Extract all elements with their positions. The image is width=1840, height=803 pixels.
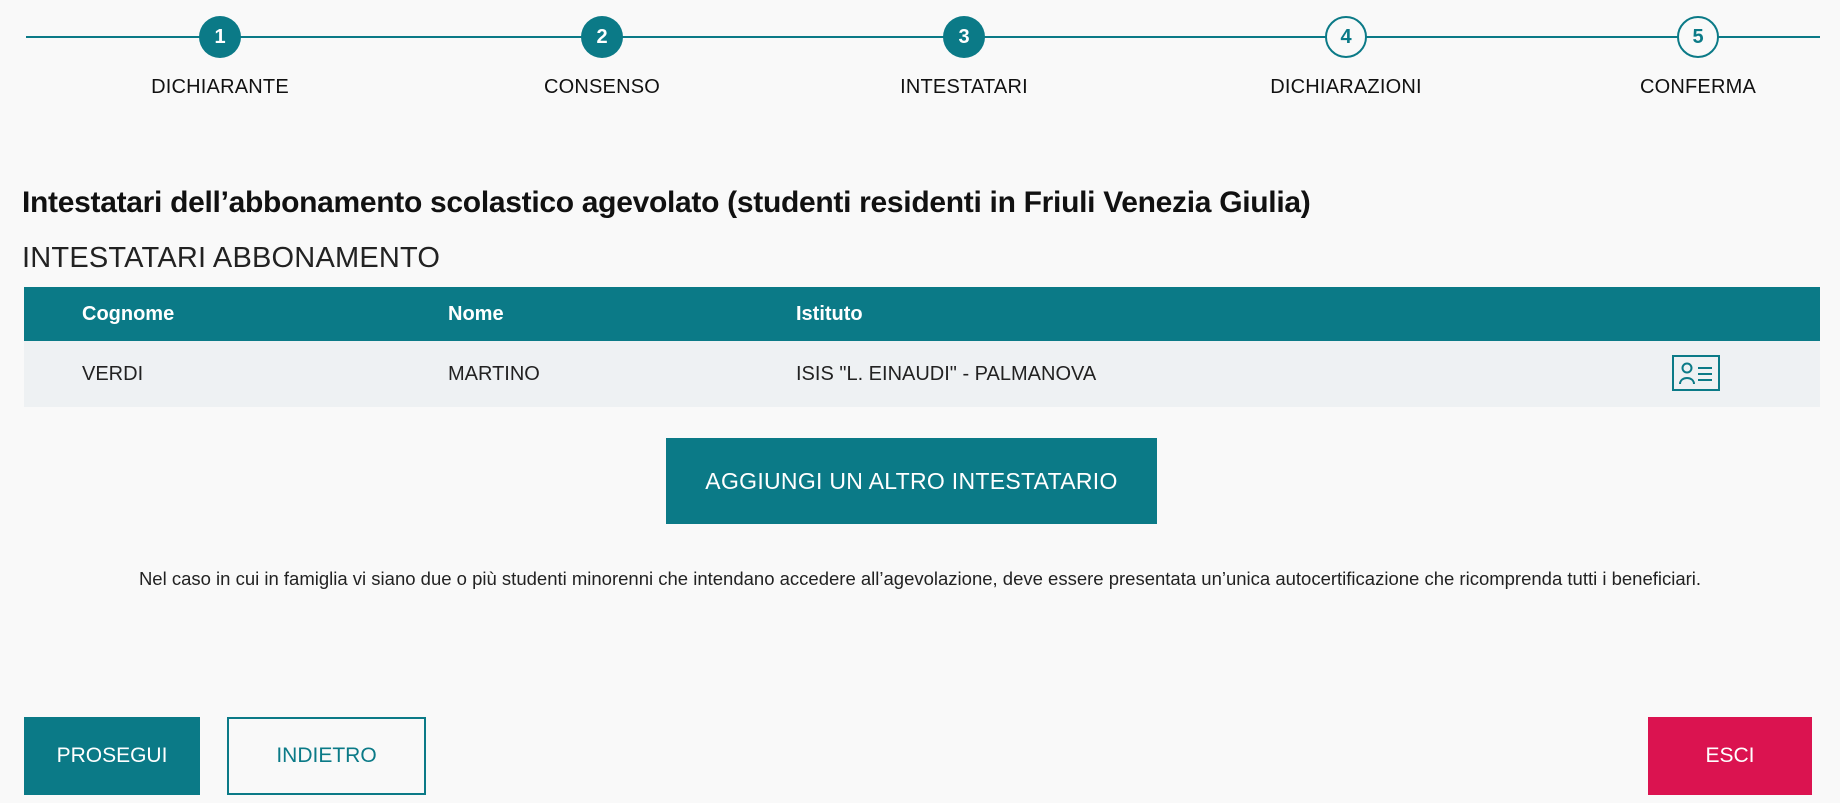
step-conferma: 5 CONFERMA <box>1578 16 1818 99</box>
cell-cognome: VERDI <box>82 362 144 385</box>
step-1-circle: 1 <box>199 16 241 58</box>
view-intestatario-button[interactable] <box>1672 355 1720 391</box>
esci-button[interactable]: ESCI <box>1648 717 1812 795</box>
step-5-label: CONFERMA <box>1639 76 1757 98</box>
cell-nome: MARTINO <box>448 362 540 385</box>
column-header-nome: Nome <box>448 302 504 325</box>
table-row: VERDI MARTINO ISIS "L. EINAUDI" - PALMAN… <box>24 341 1820 407</box>
step-dichiarante: 1 DICHIARANTE <box>100 16 340 99</box>
step-intestatari: 3 INTESTATARI <box>844 16 1084 99</box>
page-title: Intestatari dell’abbonamento scolastico … <box>22 186 1311 219</box>
step-4-circle: 4 <box>1325 16 1367 58</box>
step-5-circle: 5 <box>1677 16 1719 58</box>
section-title: INTESTATARI ABBONAMENTO <box>22 242 441 274</box>
prosegui-button[interactable]: PROSEGUI <box>24 717 200 795</box>
step-3-label: INTESTATARI <box>900 76 1028 98</box>
column-header-cognome: Cognome <box>82 302 175 325</box>
step-2-label: CONSENSO <box>543 76 661 98</box>
step-2-circle: 2 <box>581 16 623 58</box>
step-4-label: DICHIARAZIONI <box>1270 76 1422 98</box>
column-header-istituto: Istituto <box>796 302 863 325</box>
progress-stepper: 1 DICHIARANTE 2 CONSENSO 3 INTESTATARI 4… <box>0 0 1840 120</box>
add-intestatario-button[interactable]: AGGIUNGI UN ALTRO INTESTATARIO <box>666 438 1157 524</box>
step-dichiarazioni: 4 DICHIARAZIONI <box>1226 16 1466 99</box>
table-header: Cognome Nome Istituto <box>24 287 1820 341</box>
intestatari-table: Cognome Nome Istituto VERDI MARTINO ISIS… <box>24 287 1820 407</box>
info-note: Nel caso in cui in famiglia vi siano due… <box>138 568 1702 589</box>
step-consenso: 2 CONSENSO <box>482 16 722 99</box>
indietro-button[interactable]: INDIETRO <box>227 717 426 795</box>
cell-istituto: ISIS "L. EINAUDI" - PALMANOVA <box>796 362 1097 385</box>
step-3-circle: 3 <box>943 16 985 58</box>
step-1-label: DICHIARANTE <box>151 76 289 98</box>
user-card-icon <box>1679 362 1712 385</box>
